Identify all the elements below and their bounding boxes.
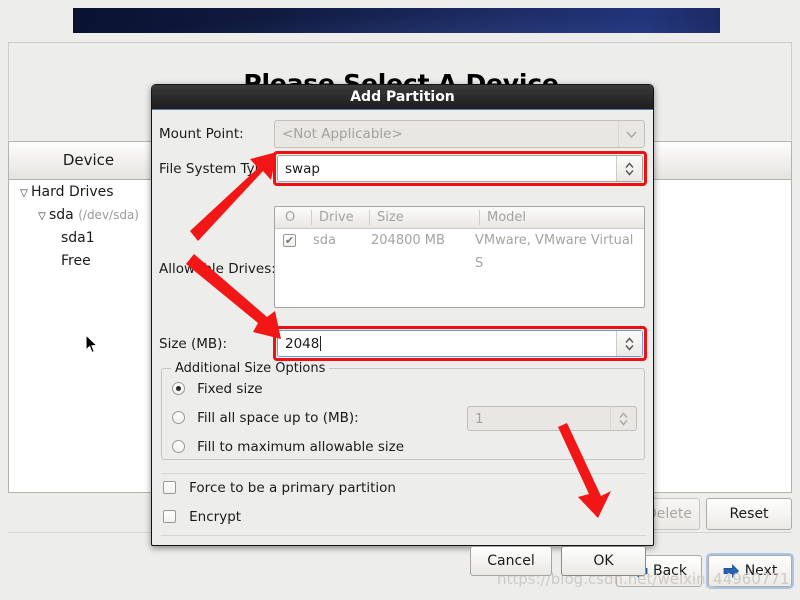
table-row[interactable]: ✔ sda 204800 MB VMware, VMware Virtual S (275, 229, 644, 271)
tree-item-label: Hard Drives (31, 184, 114, 200)
text-caret (320, 335, 322, 351)
tree-item-sda[interactable]: ▽ sda (/dev/sda) (9, 204, 168, 227)
tree-item-label: sda1 (61, 230, 95, 246)
file-system-type-label: File System Type: (159, 161, 277, 177)
radio-fill-maximum-label: Fill to maximum allowable size (197, 439, 405, 455)
spinner-updown-icon[interactable] (616, 156, 642, 181)
dialog-separator-bottom (161, 535, 646, 536)
radio-fixed-size-label: Fixed size (197, 381, 263, 397)
mouse-cursor-icon (85, 334, 99, 354)
cancel-button[interactable]: Cancel (470, 546, 552, 576)
mount-point-value: <Not Applicable> (282, 126, 403, 142)
column-header-drive[interactable]: Drive (313, 207, 369, 228)
cell-size: 204800 MB (371, 233, 445, 248)
dialog-title: Add Partition (350, 89, 455, 105)
allowable-drives-header: O Drive Size Model (275, 207, 644, 229)
spinner-updown-icon[interactable] (616, 331, 642, 356)
column-header-model[interactable]: Model (481, 207, 641, 228)
installer-banner (73, 8, 720, 33)
cell-model: VMware, VMware Virtual S (475, 233, 634, 271)
ok-button[interactable]: OK (561, 546, 646, 576)
radio-selected-icon (172, 382, 185, 395)
radio-fill-up-to[interactable]: Fill all space up to (MB): (172, 410, 359, 426)
radio-unselected-icon (172, 411, 185, 424)
file-system-type-value: swap (285, 160, 320, 177)
tree-item-label: Free (61, 253, 91, 269)
twisty-icon[interactable]: ▽ (17, 182, 31, 205)
checkbox-checked-icon: ✔ (283, 234, 296, 247)
checkbox-force-primary-label: Force to be a primary partition (189, 480, 396, 496)
checkbox-unchecked-icon (163, 510, 176, 523)
column-header-check[interactable]: O (279, 207, 309, 228)
size-value-text: 2048 (285, 335, 320, 352)
mount-point-label: Mount Point: (159, 126, 244, 142)
checkbox-unchecked-icon (163, 481, 176, 494)
cancel-button-label: Cancel (487, 553, 535, 569)
chevron-down-icon (618, 121, 644, 147)
tree-item-label: sda (49, 207, 74, 223)
radio-fill-maximum[interactable]: Fill to maximum allowable size (172, 439, 404, 455)
size-value: 2048 (278, 335, 616, 352)
fill-up-to-input: 1 (467, 406, 637, 431)
checkbox-force-primary[interactable]: Force to be a primary partition (163, 480, 396, 496)
row-checkbox[interactable]: ✔ (283, 229, 296, 252)
dialog-separator-top (161, 473, 646, 474)
allowable-drives-label: Allowable Drives: (159, 261, 276, 277)
size-input[interactable]: 2048 (277, 330, 643, 357)
checkbox-encrypt[interactable]: Encrypt (163, 509, 241, 525)
checkbox-encrypt-label: Encrypt (189, 509, 242, 525)
reset-button[interactable]: Reset (706, 498, 792, 530)
tree-item-hard-drives[interactable]: ▽ Hard Drives (9, 181, 168, 204)
screen: Please Select A Device Device ▽Hard Driv… (0, 0, 800, 600)
size-label: Size (MB): (159, 336, 227, 352)
additional-size-options-legend: Additional Size Options (171, 361, 330, 376)
spinner-updown-icon (610, 407, 636, 430)
column-header-device: Device (9, 142, 169, 179)
allowable-drives-table[interactable]: O Drive Size Model ✔ sda 204800 MB VMwar… (274, 206, 645, 308)
column-header-size[interactable]: Size (371, 207, 481, 228)
fill-up-to-value: 1 (475, 410, 484, 427)
file-system-type-combo[interactable]: swap (277, 155, 643, 182)
add-partition-dialog: Add Partition Mount Point: <Not Applicab… (151, 84, 654, 576)
tree-item-free[interactable]: Free (9, 250, 168, 273)
twisty-icon[interactable]: ▽ (35, 205, 49, 228)
ok-button-label: OK (593, 553, 614, 569)
dialog-titlebar[interactable]: Add Partition (152, 85, 653, 110)
radio-unselected-icon (172, 440, 185, 453)
mount-point-combo: <Not Applicable> (274, 120, 645, 148)
additional-size-options-group: Additional Size Options Fixed size Fill … (161, 361, 645, 460)
radio-fixed-size[interactable]: Fixed size (172, 381, 263, 397)
radio-fill-up-to-label: Fill all space up to (MB): (197, 410, 359, 426)
reset-button-label: Reset (729, 506, 769, 522)
tree-item-sda1[interactable]: sda1 (9, 227, 168, 250)
cell-drive: sda (313, 233, 336, 248)
tree-item-detail: (/dev/sda) (78, 208, 139, 222)
